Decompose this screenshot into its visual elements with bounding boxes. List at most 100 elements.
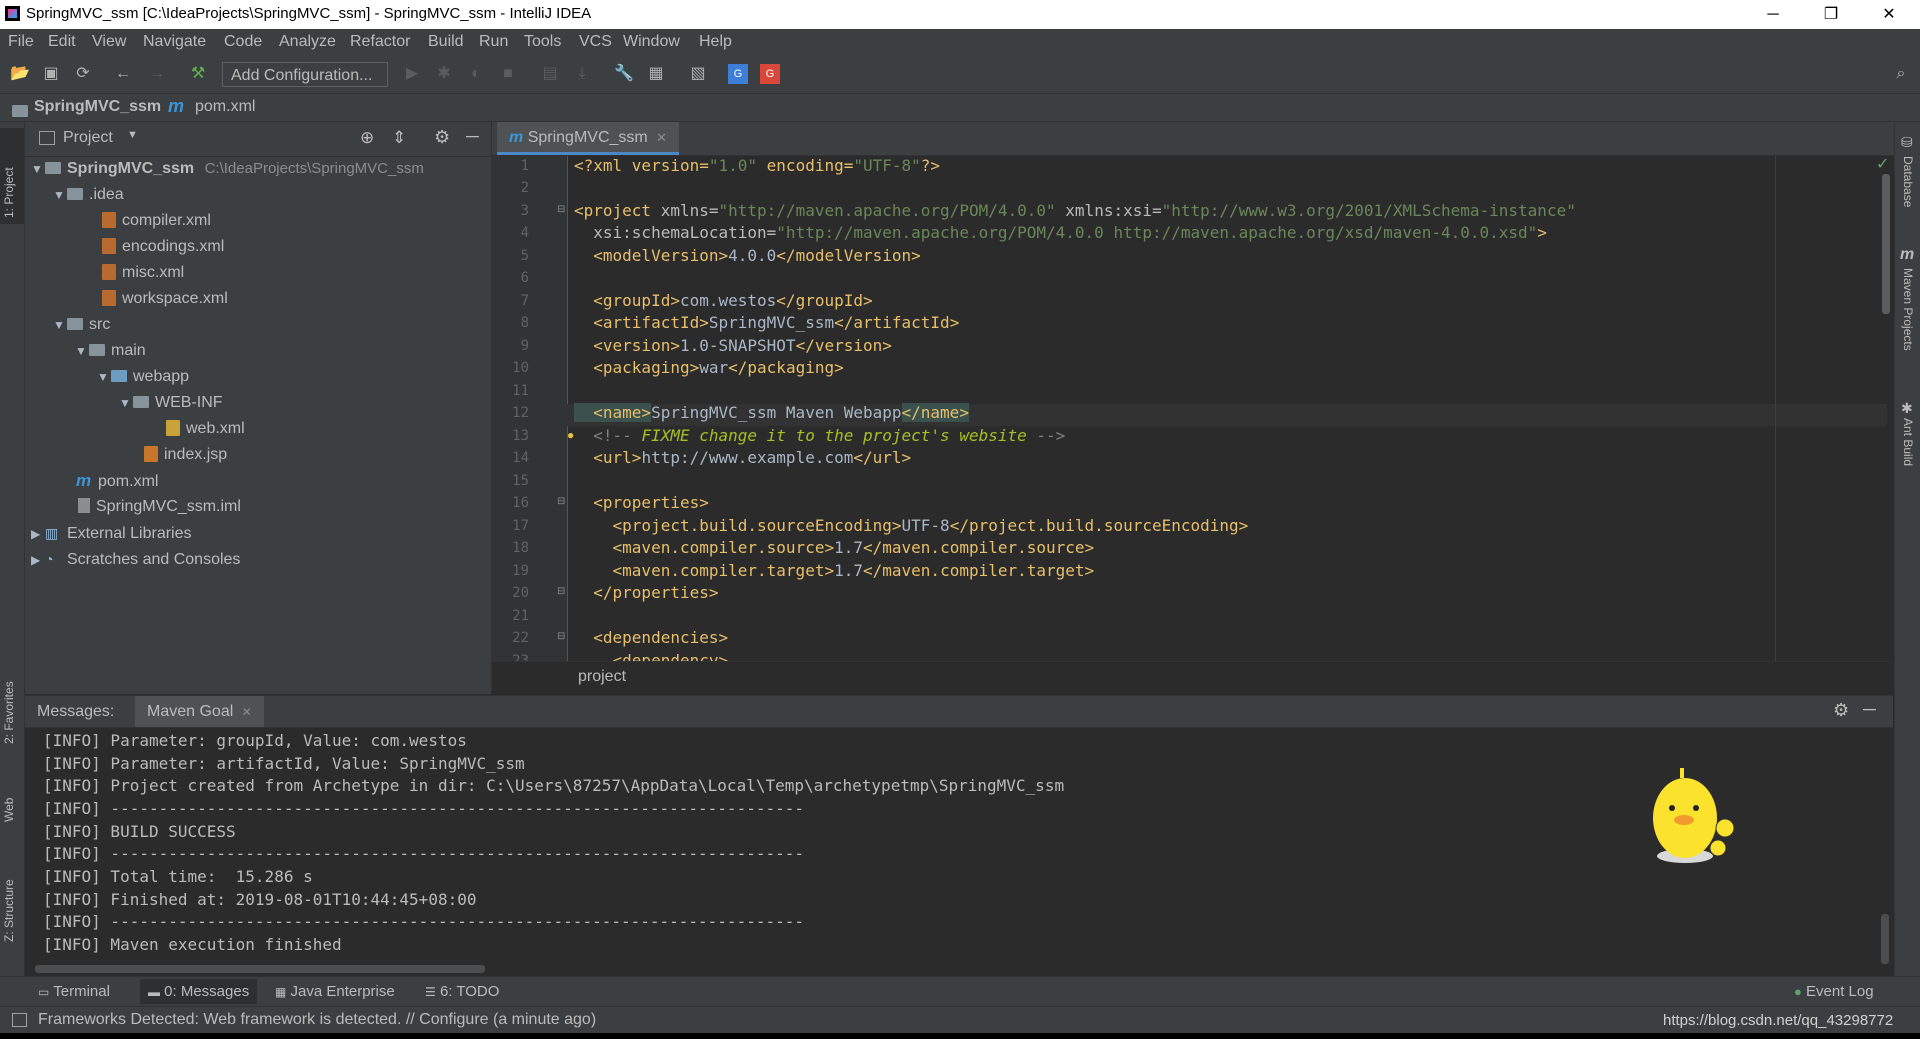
menu-view[interactable]: View (92, 33, 126, 51)
event-log-tab[interactable]: ● Event Log (1794, 983, 1874, 1000)
hide-panel-icon[interactable]: ─ (1863, 699, 1876, 720)
tree-item-webapp[interactable]: ▼ webapp (97, 365, 189, 389)
back-arrow-icon[interactable]: ← (113, 64, 133, 84)
tree-item-root[interactable]: ▼ SpringMVC_ssm C:\IdeaProjects\SpringMVC… (31, 157, 424, 181)
menu-file[interactable]: File (8, 33, 34, 51)
tree-item-idea[interactable]: ▼ .idea (53, 183, 124, 207)
sync-icon[interactable]: ⟳ (73, 64, 93, 84)
vcs-commit-icon[interactable]: ⤓ (572, 64, 592, 84)
settings-wrench-icon[interactable]: 🔧 (614, 64, 634, 84)
menu-edit[interactable]: Edit (48, 33, 76, 51)
expand-arrow-icon[interactable]: ▼ (119, 391, 133, 415)
gear-icon[interactable]: ⚙ (434, 127, 450, 148)
close-tab-icon[interactable]: ✕ (242, 705, 252, 719)
minimize-button[interactable]: ─ (1744, 0, 1802, 29)
debug-icon[interactable]: ✱ (434, 64, 454, 84)
fold-marker-icon[interactable]: ⊟ (557, 204, 565, 215)
tree-item-src[interactable]: ▼ src (53, 313, 110, 337)
expand-arrow-icon[interactable]: ▼ (75, 339, 89, 363)
stop-icon[interactable]: ■ (498, 64, 518, 84)
close-tab-icon[interactable]: ✕ (656, 130, 667, 145)
translate-icon[interactable]: G (728, 64, 748, 84)
open-folder-icon[interactable]: 📂 (10, 64, 30, 84)
tree-item-encodings-xml[interactable]: encodings.xml (102, 235, 224, 259)
tree-item-external-libraries[interactable]: ▶ ▥ External Libraries (31, 521, 192, 545)
toggle-tool-windows-icon[interactable] (12, 1013, 27, 1027)
tree-item-web-xml[interactable]: web.xml (166, 417, 245, 441)
messages-tab[interactable]: ▬ 0: Messages (140, 979, 258, 1004)
expand-arrow-icon[interactable]: ▼ (97, 365, 111, 389)
tree-item-main[interactable]: ▼ main (75, 339, 146, 363)
menu-window[interactable]: Window (623, 33, 680, 51)
status-message[interactable]: Frameworks Detected: Web framework is de… (38, 1011, 596, 1029)
translate-replace-icon[interactable]: G (760, 64, 780, 84)
fold-marker-icon[interactable]: ⊟ (557, 631, 565, 642)
todo-icon: ☰ (425, 985, 436, 999)
save-icon[interactable]: ▣ (41, 64, 61, 84)
duck-beak (1674, 815, 1694, 825)
vcs-update-icon[interactable]: ▤ (540, 64, 560, 84)
close-button[interactable]: ✕ (1860, 0, 1918, 29)
menu-code[interactable]: Code (224, 33, 262, 51)
tree-item-iml[interactable]: SpringMVC_ssm.iml (78, 495, 241, 519)
project-structure-icon[interactable]: ▦ (646, 64, 666, 84)
code-editor[interactable]: <?xml version="1.0" encoding="UTF-8"?> <… (574, 156, 1894, 661)
web-tool-tab[interactable]: Web (2, 798, 16, 822)
build-hammer-icon[interactable]: ⚒ (188, 64, 208, 84)
menu-navigate[interactable]: Navigate (143, 33, 206, 51)
tree-item-misc-xml[interactable]: misc.xml (102, 261, 184, 285)
maven-goal-tab[interactable]: Maven Goal ✕ (135, 696, 264, 727)
sdk-icon[interactable]: ▧ (688, 64, 708, 84)
chevron-down-icon[interactable]: ▼ (127, 129, 138, 141)
forward-arrow-icon[interactable]: → (147, 64, 167, 84)
tree-item-pom-xml[interactable]: m pom.xml (76, 469, 158, 493)
tree-item-compiler-xml[interactable]: compiler.xml (102, 209, 211, 233)
menu-build[interactable]: Build (428, 33, 464, 51)
menu-vcs[interactable]: VCS (579, 33, 612, 51)
tree-item-web-inf[interactable]: ▼ WEB-INF (119, 391, 223, 415)
todo-tab[interactable]: ☰ 6: TODO (425, 983, 499, 1000)
terminal-tab[interactable]: ▭ Terminal (38, 983, 110, 1000)
gear-icon[interactable]: ⚙ (1833, 700, 1849, 721)
editor-tab-pom[interactable]: m SpringMVC_ssm ✕ (497, 122, 680, 155)
expand-arrow-icon[interactable]: ▶ (31, 522, 45, 546)
tree-item-label: pom.xml (98, 473, 159, 490)
vertical-scrollbar[interactable] (1881, 914, 1889, 964)
maven-projects-tool-tab[interactable]: Maven Projects (1901, 268, 1915, 351)
expand-arrow-icon[interactable]: ▶ (31, 548, 45, 572)
editor-breadcrumb[interactable]: project (578, 668, 626, 686)
restore-button[interactable]: ❐ (1802, 0, 1860, 29)
menu-analyze[interactable]: Analyze (279, 33, 336, 51)
search-icon[interactable]: ⌕ (1891, 64, 1911, 84)
project-view-selector[interactable]: Project (63, 129, 113, 147)
tree-item-index-jsp[interactable]: index.jsp (144, 443, 227, 467)
favorites-tool-tab[interactable]: 2: Favorites (2, 681, 16, 744)
breadcrumb-file[interactable]: pom.xml (195, 98, 255, 116)
menu-help[interactable]: Help (699, 33, 732, 51)
menu-tools[interactable]: Tools (524, 33, 561, 51)
run-icon[interactable]: ▶ (402, 64, 422, 84)
tree-item-scratches[interactable]: ▶ ◔ Scratches and Consoles (31, 547, 240, 571)
java-enterprise-tab[interactable]: ▦ Java Enterprise (275, 983, 395, 1000)
fold-marker-icon[interactable]: ⊟ (557, 496, 565, 507)
locate-icon[interactable]: ⊕ (360, 128, 374, 148)
add-configuration-button[interactable]: Add Configuration... (222, 62, 388, 87)
ant-build-tool-tab[interactable]: Ant Build (1901, 418, 1915, 466)
menu-refactor[interactable]: Refactor (350, 33, 410, 51)
expand-arrow-icon[interactable]: ▼ (31, 157, 45, 181)
project-tool-tab[interactable]: 1: Project (2, 167, 16, 218)
fold-marker-icon[interactable]: ⊟ (557, 586, 565, 597)
coverage-icon[interactable]: ◐ (466, 64, 486, 84)
collapse-all-icon[interactable]: ⇕ (392, 128, 406, 148)
expand-arrow-icon[interactable]: ▼ (53, 313, 67, 337)
database-tool-tab[interactable]: Database (1901, 156, 1915, 207)
breadcrumb-project[interactable]: SpringMVC_ssm (34, 98, 161, 116)
hide-panel-icon[interactable]: ─ (466, 126, 479, 147)
structure-tool-tab[interactable]: Z: Structure (2, 879, 16, 942)
menu-run[interactable]: Run (479, 33, 508, 51)
horizontal-scrollbar[interactable] (35, 965, 485, 973)
editor-scrollbar[interactable] (1882, 174, 1890, 314)
tree-item-workspace-xml[interactable]: workspace.xml (102, 287, 228, 311)
expand-arrow-icon[interactable]: ▼ (53, 183, 67, 207)
inspection-ok-icon[interactable]: ✓ (1876, 154, 1889, 174)
